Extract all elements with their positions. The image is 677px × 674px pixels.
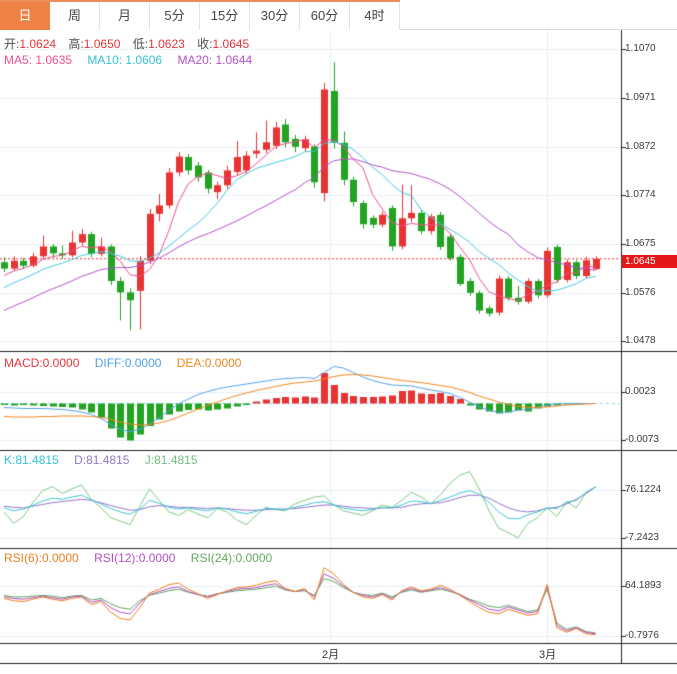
open-value: 1.0624	[19, 37, 56, 51]
low-value: 1.0623	[148, 37, 185, 51]
ma20-legend: MA20: 1.0644	[177, 53, 252, 67]
open-label: 开:	[4, 37, 19, 51]
price-axis-label: 1.0675	[625, 238, 656, 249]
rsi-axis-label: 64.1893	[625, 580, 661, 591]
price-axis-label: 1.0872	[625, 141, 656, 152]
rsi6-value: RSI(6):0.0000	[4, 551, 79, 565]
dea-value: DEA:0.0000	[177, 356, 242, 370]
diff-value: DIFF:0.0000	[95, 356, 162, 370]
ohlc-legend: 开:1.0624 高:1.0650 低:1.0623 收:1.0645	[4, 37, 258, 51]
macd-axis-label: -0.0073	[625, 434, 659, 445]
tab-month[interactable]: 月	[100, 2, 150, 30]
j-value: J:81.4815	[145, 453, 198, 467]
month-label-mar: 3月	[539, 646, 556, 662]
macd-legend: MACD:0.0000 DIFF:0.0000 DEA:0.0000	[4, 356, 253, 370]
d-value: D:81.4815	[74, 453, 129, 467]
rsi-axis-label: -0.7976	[625, 630, 659, 641]
kdj-legend: K:81.4815 D:81.4815 J:81.4815	[4, 453, 210, 467]
kdj-axis-label: 76.1224	[625, 484, 661, 495]
close-label: 收:	[197, 37, 212, 51]
tab-day[interactable]: 日	[0, 2, 50, 30]
ma10-legend: MA10: 1.0606	[87, 53, 162, 67]
price-axis-label: 1.0774	[625, 189, 656, 200]
kdj-axis-label: -7.2423	[625, 532, 659, 543]
low-label: 低:	[133, 37, 148, 51]
tab-5min[interactable]: 5分	[150, 2, 200, 30]
chart-canvas[interactable]	[0, 0, 677, 674]
tab-15min[interactable]: 15分	[200, 2, 250, 30]
close-value: 1.0645	[213, 37, 250, 51]
tab-4hour[interactable]: 4时	[350, 2, 400, 30]
k-value: K:81.4815	[4, 453, 59, 467]
timeframe-tabs: 日 周 月 5分 15分 30分 60分 4时	[0, 0, 400, 29]
ma-legend: MA5: 1.0635 MA10: 1.0606 MA20: 1.0644	[4, 53, 264, 67]
price-axis-label: 1.1070	[625, 43, 656, 54]
current-price-badge: 1.0645	[622, 255, 677, 268]
macd-axis-label: 0.0023	[625, 386, 656, 397]
high-label: 高:	[68, 37, 83, 51]
tab-30min[interactable]: 30分	[250, 2, 300, 30]
tab-60min[interactable]: 60分	[300, 2, 350, 30]
high-value: 1.0650	[84, 37, 121, 51]
macd-value: MACD:0.0000	[4, 356, 79, 370]
ma5-legend: MA5: 1.0635	[4, 53, 72, 67]
price-axis-label: 1.0478	[625, 335, 656, 346]
tab-week[interactable]: 周	[50, 2, 100, 30]
rsi24-value: RSI(24):0.0000	[191, 551, 272, 565]
kline-chart-window: { "tabs": [ {"label":"日","active":true},…	[0, 0, 677, 674]
price-axis-label: 1.0971	[625, 92, 656, 103]
rsi-legend: RSI(6):0.0000 RSI(12):0.0000 RSI(24):0.0…	[4, 551, 284, 565]
price-axis-label: 1.0576	[625, 287, 656, 298]
timeframe-tabbar: 日 周 月 5分 15分 30分 60分 4时	[0, 0, 677, 30]
month-label-feb: 2月	[322, 646, 339, 662]
rsi12-value: RSI(12):0.0000	[94, 551, 175, 565]
